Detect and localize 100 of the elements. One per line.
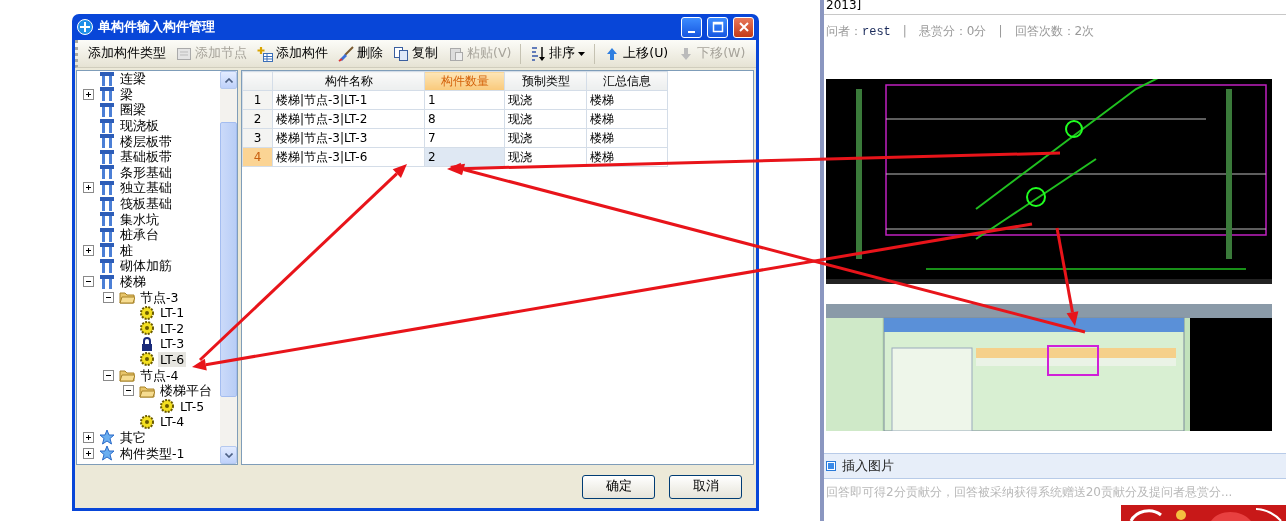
brush-icon [338,45,354,62]
move-up-button[interactable]: 上移(U) [600,43,673,64]
expand-icon[interactable] [83,447,94,459]
image-icon [826,461,836,471]
tree-item[interactable]: 集水坑 [118,211,161,227]
scroll-down-button[interactable] [220,446,237,464]
gear-icon [139,320,155,337]
scroll-thumb[interactable] [220,122,237,397]
add-component-button[interactable]: 添加构件 [253,43,332,64]
tree-item[interactable]: 现浇板 [118,118,161,134]
folder-icon [119,367,135,384]
beam-icon [99,257,115,274]
page-text: 2013] [824,0,1286,15]
tree-item[interactable]: 圈梁 [118,102,148,118]
gear-icon [139,304,155,321]
tree-item[interactable]: 独立基础 [118,180,174,196]
table-cell[interactable]: 现浇 [504,90,587,110]
tree-item[interactable]: 连梁 [118,71,148,87]
expand-icon[interactable] [83,88,94,100]
tree-item[interactable]: LT-5 [178,398,207,414]
expand-icon[interactable] [83,182,94,194]
beam-icon [99,133,115,150]
maximize-icon [711,21,724,33]
table-cell[interactable]: 楼梯|节点-3|LT-3 [272,128,425,148]
tree-item[interactable]: 基础板带 [118,149,174,165]
beam-icon [99,226,115,243]
table-cell[interactable]: 1 [424,90,505,110]
gear-icon [159,398,175,415]
beam-icon [99,179,115,196]
tree-item[interactable]: 砌体加筋 [118,258,174,274]
ok-button[interactable]: 确定 [582,474,655,499]
cancel-button[interactable]: 取消 [669,474,742,499]
lock-icon [139,335,155,352]
tree-item[interactable]: 条形基础 [118,164,174,180]
beam-icon [99,195,115,212]
tree-item[interactable]: 楼梯平台 [158,383,214,399]
tree-item[interactable]: 楼梯 [118,274,148,289]
table-cell[interactable]: 楼梯 [586,90,668,110]
tree-item[interactable]: LT-6 [158,352,187,367]
table-cell[interactable]: 楼梯 [586,109,668,129]
chevron-down-icon [224,452,233,458]
add-icon [257,45,273,62]
tree-item[interactable]: 节点-3 [138,289,181,305]
close-button[interactable] [733,16,754,38]
tree-item[interactable]: 其它 [118,429,148,445]
column-header[interactable]: 汇总信息 [586,71,668,91]
tree-item[interactable]: 筏板基础 [118,196,174,212]
answer-box[interactable]: 回答即可得2分贡献分，回答被采纳获得系统赠送20贡献分及提问者悬赏分... [824,479,1286,501]
add-type-button[interactable]: 添加构件类型 [84,43,170,64]
minimize-icon [688,30,695,33]
maximize-button[interactable] [707,16,728,38]
collapse-icon[interactable] [123,385,134,397]
beam-icon [99,71,115,87]
beam-icon [99,117,115,134]
tree-item[interactable]: 梁 [118,86,135,102]
beam-icon [99,211,115,228]
expand-icon[interactable] [83,244,94,256]
copy-button[interactable]: 复制 [389,43,442,64]
tree-item[interactable]: 楼层板带 [118,133,174,149]
collapse-icon[interactable] [103,369,114,381]
table-cell[interactable]: 7 [424,128,505,148]
tree-item[interactable]: LT-1 [158,305,187,321]
beam-icon [99,86,115,103]
tree-item[interactable]: 节点-4 [138,367,181,383]
beam-icon [99,102,115,118]
caret-icon [578,51,586,56]
collapse-icon[interactable] [103,291,114,303]
separator-text: | [902,23,907,40]
column-header[interactable]: 构件名称 [272,71,425,91]
separator-text: | [998,23,1003,40]
tree-item[interactable]: LT-2 [158,320,187,336]
header-cell [242,71,273,91]
chevron-up-icon [224,77,233,83]
beam-icon [99,273,115,290]
table-cell[interactable]: 8 [424,109,505,129]
table-cell[interactable]: 楼梯|节点-3|LT-6 [272,147,425,167]
beam-icon [99,164,115,181]
sort-icon [530,45,547,62]
insert-image-button[interactable]: 插入图片 [824,453,1286,479]
table-cell[interactable]: 现浇 [504,128,587,148]
copy-icon [393,45,409,62]
tree-item[interactable]: LT-4 [158,414,187,430]
column-header[interactable]: 预制类型 [504,71,587,91]
scroll-up-button[interactable] [220,71,237,89]
table-cell[interactable]: 楼梯|节点-3|LT-1 [272,90,425,110]
table-cell[interactable]: 楼梯 [586,128,668,148]
tree-item[interactable]: LT-3 [158,336,187,352]
app-icon [77,19,93,35]
tree-item[interactable]: 桩承台 [118,227,161,243]
beam-icon [99,242,115,259]
tree-item[interactable]: 桩 [118,242,135,258]
star-icon [99,429,115,446]
delete-button[interactable]: 删除 [334,43,387,64]
tree-item[interactable]: 构件类型-1 [118,445,187,461]
table-cell[interactable]: 楼梯|节点-3|LT-2 [272,109,425,129]
minimize-button[interactable] [681,16,702,38]
table-cell[interactable]: 现浇 [504,109,587,129]
expand-icon[interactable] [83,431,94,443]
sort-button[interactable]: 排序 [526,43,590,64]
collapse-icon[interactable] [83,276,94,287]
